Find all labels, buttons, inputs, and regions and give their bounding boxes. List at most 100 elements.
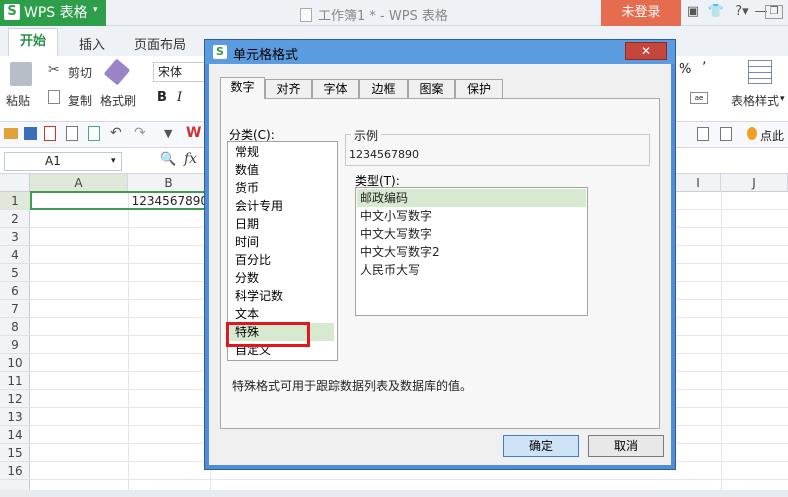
function-button[interactable]: fx (184, 151, 197, 167)
skin-icon[interactable]: ▣ (684, 3, 702, 21)
chevron-down-icon[interactable]: ▼ (164, 127, 172, 140)
row-header[interactable]: 14 (0, 426, 30, 444)
list-item[interactable]: 分数 (230, 269, 334, 287)
tab-home[interactable]: 开始 (8, 28, 58, 56)
comma-button[interactable]: ’ (702, 60, 706, 76)
cut-button[interactable]: 剪切 (68, 64, 92, 81)
tab-border[interactable]: 边框 (359, 79, 408, 98)
list-item[interactable]: 时间 (230, 233, 334, 251)
bold-button[interactable]: B (157, 90, 167, 105)
ok-button[interactable]: 确定 (503, 435, 579, 457)
list-item[interactable]: 货币 (230, 179, 334, 197)
font-name-select[interactable]: 宋体 (153, 62, 208, 82)
copy-button[interactable]: 复制 (68, 92, 92, 109)
row-header[interactable]: 6 (0, 282, 30, 300)
row-header[interactable]: 4 (0, 246, 30, 264)
row-header[interactable]: 11 (0, 372, 30, 390)
name-box[interactable]: A1 ▾ (4, 152, 122, 171)
copy-icon[interactable] (48, 90, 60, 104)
row-header[interactable]: 16 (0, 462, 30, 480)
dialog-title: 单元格格式 (233, 48, 299, 63)
format-painter-button[interactable]: 格式刷 (100, 92, 136, 109)
cancel-button[interactable]: 取消 (588, 435, 664, 457)
table-style-icon[interactable] (748, 60, 772, 84)
column-header-a[interactable]: A (30, 174, 128, 192)
zoom-icon[interactable]: 🔍 (160, 152, 176, 167)
help-icon[interactable]: ?▾ (731, 3, 753, 21)
print-preview-icon[interactable] (88, 126, 100, 141)
tab-protection[interactable]: 保护 (455, 79, 503, 98)
tab-alignment[interactable]: 对齐 (265, 79, 312, 98)
type-list[interactable]: 邮政编码 中文小写数字 中文大写数字 中文大写数字2 人民币大写 (355, 187, 588, 316)
row-header-bar: 1 2 3 4 5 6 7 8 9 10 11 12 13 14 15 16 (0, 192, 30, 492)
chevron-down-icon[interactable]: ▾ (93, 5, 98, 15)
select-all-corner[interactable] (0, 174, 30, 192)
tips-link[interactable]: 点此 (760, 127, 784, 144)
shirt-icon[interactable]: 👕 (707, 3, 725, 21)
wps-w-icon[interactable]: W (186, 125, 201, 141)
column-header-b[interactable]: B (128, 174, 210, 192)
paste-icon[interactable] (10, 62, 32, 86)
row-header[interactable]: 3 (0, 228, 30, 246)
list-item[interactable]: 科学记数 (230, 287, 334, 305)
undo-icon[interactable]: ↶ (110, 125, 122, 141)
row-header[interactable]: 10 (0, 354, 30, 372)
cell-a1-value: 1234567890 (131, 194, 208, 208)
tab-page-layout[interactable]: 页面布局 (134, 34, 186, 53)
list-item[interactable]: 中文大写数字2 (357, 243, 586, 261)
cell-reference: A1 (45, 154, 61, 168)
row-header[interactable]: 15 (0, 444, 30, 462)
app-menu-button[interactable]: S WPS 表格 ▾ (0, 0, 106, 26)
table-style-button[interactable]: 表格样式 (731, 92, 779, 109)
annotation-highlight-box (226, 322, 310, 347)
close-button[interactable]: ✕ (625, 42, 667, 60)
tab-number[interactable]: 数字 (220, 77, 265, 99)
chevron-down-icon[interactable]: ▾ (780, 94, 785, 104)
list-item[interactable]: 数值 (230, 161, 334, 179)
list-item[interactable]: 百分比 (230, 251, 334, 269)
italic-button[interactable]: I (177, 90, 182, 105)
restore-icon[interactable]: ❐ (765, 5, 783, 19)
list-item[interactable]: 文本 (230, 305, 334, 323)
document-tool-icon[interactable] (720, 127, 732, 141)
list-item[interactable]: 日期 (230, 215, 334, 233)
list-item[interactable]: 中文小写数字 (357, 207, 586, 225)
tab-pattern[interactable]: 图案 (408, 79, 455, 98)
row-header[interactable]: 5 (0, 264, 30, 282)
print-icon[interactable] (66, 126, 78, 141)
percent-button[interactable]: % (679, 62, 691, 77)
column-header-i[interactable]: I (676, 174, 721, 192)
dialog-title-bar[interactable]: S 单元格格式 ✕ (205, 40, 675, 64)
login-button[interactable]: 未登录 (601, 0, 681, 26)
pdf-export-icon[interactable] (44, 126, 56, 141)
row-header[interactable]: 13 (0, 408, 30, 426)
document-tool-icon[interactable] (697, 127, 709, 141)
row-header[interactable]: 1 (0, 192, 30, 210)
tab-insert[interactable]: 插入 (79, 34, 105, 53)
row-header[interactable]: 7 (0, 300, 30, 318)
list-item[interactable]: 人民币大写 (357, 261, 586, 279)
row-header[interactable]: 2 (0, 210, 30, 228)
chevron-down-icon[interactable]: ▾ (111, 153, 116, 170)
horizontal-scrollbar[interactable] (0, 490, 788, 497)
dialog-body: 数字 对齐 字体 边框 图案 保护 分类(C): 常规 数值 货币 会计专用 日… (209, 64, 671, 465)
paste-button[interactable]: 粘贴 (6, 92, 30, 109)
number-format-icon[interactable]: ae (690, 92, 708, 104)
open-folder-icon[interactable] (4, 128, 18, 139)
scissors-icon[interactable]: ✂ (48, 62, 60, 78)
list-item-selected[interactable]: 邮政编码 (357, 189, 586, 207)
column-header-j[interactable]: J (721, 174, 788, 192)
row-header[interactable]: 8 (0, 318, 30, 336)
list-item[interactable]: 常规 (230, 143, 334, 161)
save-icon[interactable] (24, 127, 37, 140)
list-item[interactable]: 会计专用 (230, 197, 334, 215)
tab-font[interactable]: 字体 (312, 79, 359, 98)
title-bar: S WPS 表格 ▾ 工作簿1 * - WPS 表格 未登录 ▣ 👕 ?▾ — … (0, 0, 788, 26)
sample-label: 示例 (351, 127, 382, 144)
redo-icon[interactable]: ↷ (134, 125, 146, 141)
lightbulb-icon[interactable] (747, 127, 757, 140)
format-painter-icon[interactable] (103, 58, 131, 86)
row-header[interactable]: 9 (0, 336, 30, 354)
row-header[interactable]: 12 (0, 390, 30, 408)
list-item[interactable]: 中文大写数字 (357, 225, 586, 243)
